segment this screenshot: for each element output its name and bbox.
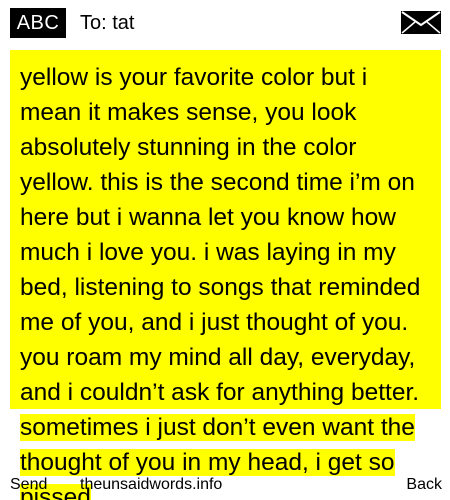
input-mode-indicator[interactable]: ABC — [10, 8, 66, 38]
message-body[interactable]: yellow is your favorite color but i mean… — [10, 50, 434, 500]
envelope-icon — [401, 11, 441, 34]
back-softkey[interactable]: Back — [406, 474, 442, 496]
header-bar: ABC To: tat — [0, 0, 450, 46]
message-text: yellow is your favorite color but i mean… — [20, 64, 421, 500]
send-softkey[interactable]: Send — [10, 474, 47, 496]
recipient-label: To: tat — [80, 12, 135, 34]
compose-screen: ABC To: tat yellow is your favorite colo… — [0, 0, 450, 500]
softkey-bar: Send theunsaidwords.info Back — [0, 472, 450, 500]
site-label: theunsaidwords.info — [80, 476, 223, 493]
